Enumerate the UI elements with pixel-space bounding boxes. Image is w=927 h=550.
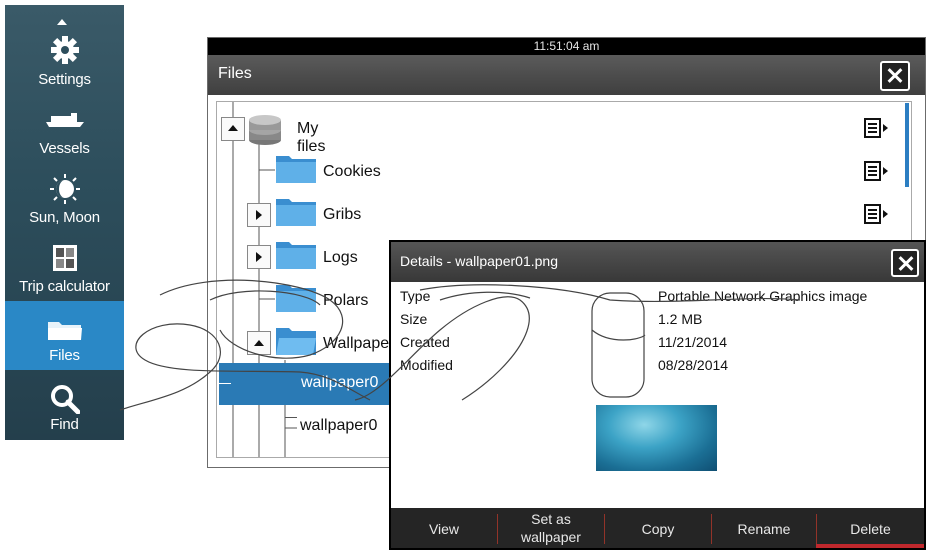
database-icon <box>249 115 281 145</box>
files-titlebar: Files <box>208 55 925 95</box>
close-button[interactable] <box>880 61 910 91</box>
field-value: 11/21/2014 <box>658 334 728 350</box>
sidebar-item-label: Trip calculator <box>19 278 110 295</box>
sidebar-item-settings[interactable]: Settings <box>5 25 124 94</box>
expand-toggle[interactable] <box>247 203 271 227</box>
sidebar-item-label: Files <box>49 347 80 364</box>
sidebar-item-trip-calculator[interactable]: Trip calculator <box>5 232 124 301</box>
search-icon <box>50 385 80 414</box>
expand-toggle[interactable] <box>247 245 271 269</box>
details-toolbar: View Set as wallpaper Copy Rename Delete <box>391 508 924 548</box>
gear-icon <box>50 36 79 64</box>
menu-icon[interactable] <box>864 161 890 181</box>
field-label: Modified <box>400 357 453 373</box>
field-value: Portable Network Graphics image <box>658 288 868 304</box>
field-label: Type <box>400 288 431 304</box>
field-value: 1.2 MB <box>658 311 703 327</box>
folder-icon <box>276 199 316 226</box>
wallpaper-thumbnail <box>596 405 717 471</box>
field-label: Size <box>400 311 428 327</box>
sidebar-item-files[interactable]: Files <box>5 301 124 370</box>
details-title: Details - wallpaper01.png <box>400 253 558 269</box>
delete-button[interactable]: Delete <box>817 508 924 548</box>
clock: 11:51:04 am <box>208 38 925 55</box>
field-value: 08/28/2014 <box>658 357 729 373</box>
sidebar: Settings Vessels Sun, Moon Trip calculat… <box>5 5 124 440</box>
folder-icon <box>276 285 316 312</box>
window-title: Files <box>218 65 252 82</box>
details-dialog: Details - wallpaper01.png Type Portable … <box>389 240 926 550</box>
calculator-icon <box>52 245 77 271</box>
copy-button[interactable]: Copy <box>605 508 711 548</box>
sidebar-item-label: Settings <box>38 71 91 88</box>
sidebar-item-label: Sun, Moon <box>29 209 100 226</box>
scrollbar[interactable] <box>905 103 909 187</box>
rename-button[interactable]: Rename <box>712 508 816 548</box>
folder-icon <box>276 156 316 183</box>
folder-icon <box>47 322 82 340</box>
folder-open-icon <box>276 328 316 355</box>
field-label: Created <box>400 334 450 350</box>
view-button[interactable]: View <box>391 508 497 548</box>
tree-item-selected[interactable]: wallpaper0 <box>219 363 389 405</box>
tree-item-label: wallpaper0 <box>301 374 379 391</box>
selection-indicator <box>816 544 924 548</box>
collapse-toggle[interactable] <box>221 117 245 141</box>
sidebar-item-sun-moon[interactable]: Sun, Moon <box>5 163 124 232</box>
sidebar-item-vessels[interactable]: Vessels <box>5 94 124 163</box>
sidebar-item-find[interactable]: Find <box>5 370 124 439</box>
tree-line <box>285 417 297 418</box>
menu-icon[interactable] <box>864 118 890 138</box>
sidebar-item-label: Vessels <box>39 140 90 157</box>
tree-item-wallpaper-2[interactable]: wallpaper0 <box>300 417 377 435</box>
folder-icon <box>276 242 316 269</box>
ship-icon <box>45 113 84 127</box>
collapse-toggle[interactable] <box>247 331 271 355</box>
sidebar-item-label: Find <box>50 416 79 433</box>
details-titlebar: Details - wallpaper01.png <box>391 242 924 282</box>
set-as-wallpaper-button[interactable]: Set as wallpaper <box>498 508 604 548</box>
menu-icon[interactable] <box>864 204 890 224</box>
moon-icon <box>49 174 80 204</box>
close-button[interactable] <box>891 249 919 277</box>
